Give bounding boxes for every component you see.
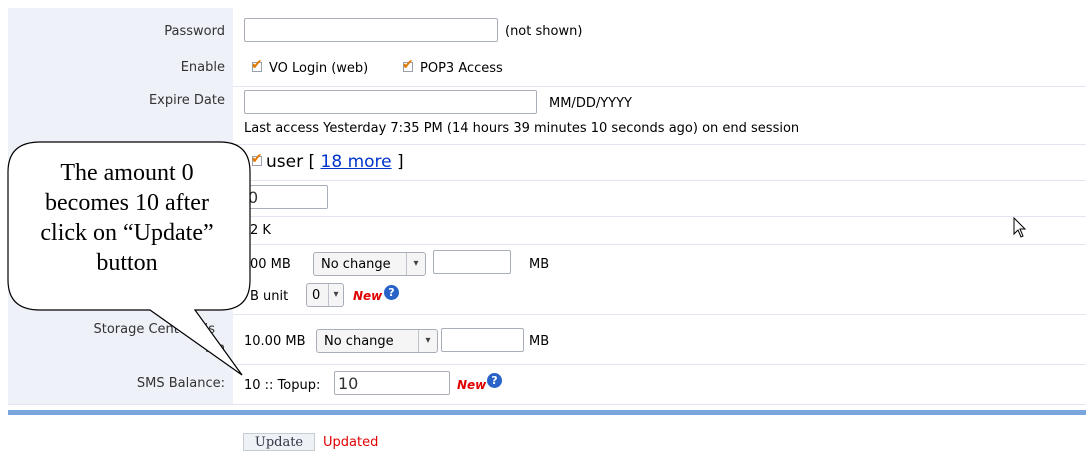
unit-select[interactable]: 0 ▾ — [306, 283, 344, 307]
date-format-hint: MM/DD/YYYY — [549, 96, 632, 111]
usage-value: 2 K — [250, 223, 271, 238]
enable-row: Enable ✔ VO Login (web) ✔ POP3 Access — [8, 46, 1086, 87]
unit-label: B unit — [250, 289, 289, 304]
sms-topup-input[interactable]: 10 — [334, 371, 450, 395]
last-access-text: Last access Yesterday 7:35 PM (14 hours … — [244, 121, 800, 136]
update-button[interactable]: Update — [243, 433, 315, 451]
vo-login-label: VO Login (web) — [269, 61, 369, 76]
storage-label: Storage Center dis lim — [8, 314, 233, 364]
expire-label: Expire Date — [8, 86, 233, 144]
storage-mb-suffix: MB — [529, 334, 550, 349]
vo-login-checkbox[interactable]: ✔ — [251, 57, 263, 73]
sms-row: SMS Balance: 10 :: Topup: 10 New ? — [8, 364, 1086, 405]
chevron-down-icon: ▾ — [406, 253, 425, 275]
quota-change-select[interactable]: No change ▾ — [313, 252, 426, 276]
enable-label: Enable — [8, 46, 233, 86]
user-group-label: user [ — [266, 152, 316, 172]
chevron-down-icon: ▾ — [328, 284, 343, 306]
help-icon[interactable]: ? — [384, 285, 399, 300]
new-badge: New — [353, 289, 383, 303]
storage-mb-input[interactable] — [441, 328, 524, 352]
pop3-checkbox[interactable]: ✔ — [402, 57, 414, 73]
password-input[interactable] — [244, 18, 498, 42]
expire-date-input[interactable] — [244, 90, 537, 114]
storage-row: Storage Center dis lim 10.00 MB No chang… — [8, 314, 1086, 365]
password-row: Password (not shown) — [8, 8, 1086, 47]
amount-input[interactable]: 0 — [244, 185, 328, 209]
quota-amount: 00 MB — [250, 257, 291, 272]
status-message: Updated — [323, 435, 379, 450]
password-label: Password — [8, 8, 233, 46]
groups-close-bracket: ] — [397, 152, 404, 172]
new-badge: New — [457, 378, 487, 392]
callout-text: The amount 0 becomes 10 after click on “… — [40, 160, 214, 276]
mouse-cursor-icon — [1013, 217, 1027, 238]
quota-mb-input[interactable] — [433, 250, 511, 274]
quota-mb-suffix: MB — [529, 257, 550, 272]
user-group-checkbox[interactable]: ✔ — [251, 151, 263, 167]
pop3-label: POP3 Access — [420, 61, 503, 76]
section-divider — [8, 410, 1086, 415]
sms-prefix: 10 :: Topup: — [244, 378, 321, 393]
storage-change-select[interactable]: No change ▾ — [316, 329, 438, 353]
more-groups-link[interactable]: 18 more — [321, 152, 392, 172]
storage-amount: 10.00 MB — [244, 334, 306, 349]
sms-label: SMS Balance: — [8, 364, 233, 404]
help-icon[interactable]: ? — [487, 373, 502, 388]
chevron-down-icon: ▾ — [418, 330, 437, 352]
password-note: (not shown) — [505, 24, 583, 39]
expire-row: Expire Date MM/DD/YYYY Last access Yeste… — [8, 86, 1086, 145]
